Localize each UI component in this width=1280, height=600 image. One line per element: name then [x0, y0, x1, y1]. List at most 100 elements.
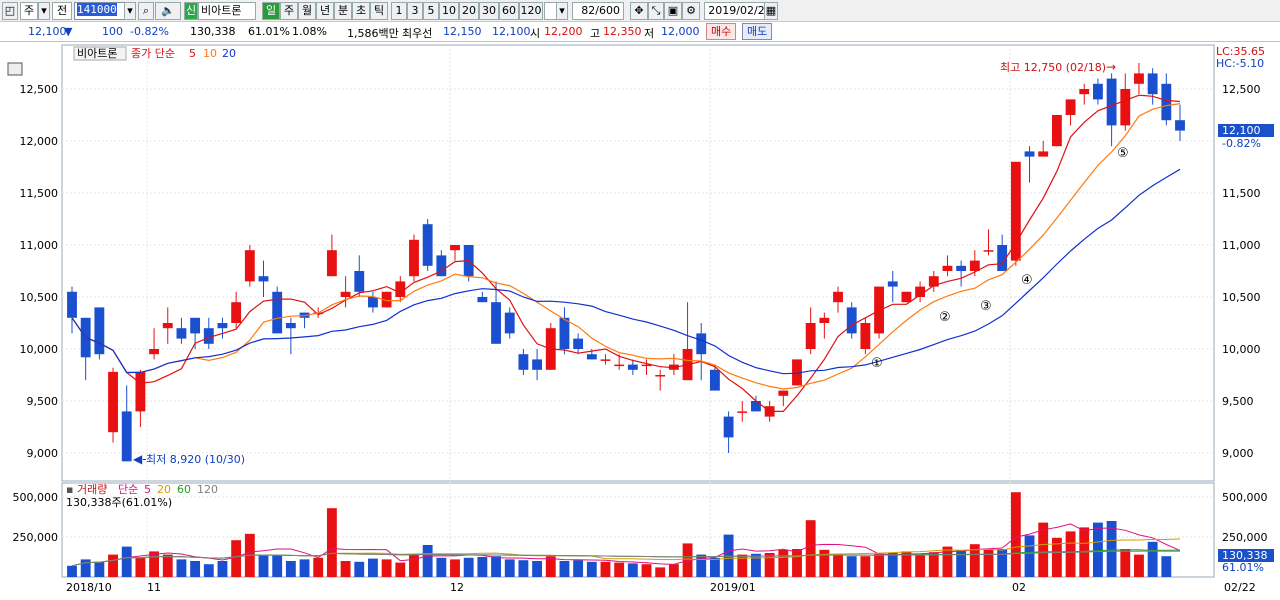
volume-bar [928, 552, 939, 577]
volume-bar [997, 549, 1008, 577]
candle-body [176, 328, 187, 339]
save-icon[interactable]: ▣ [664, 2, 682, 20]
interval-20[interactable]: 20 [459, 2, 479, 20]
interval-5[interactable]: 5 [423, 2, 439, 20]
circle-mark: ③ [980, 299, 992, 314]
x-tick: 12 [450, 581, 464, 594]
candle-body [805, 323, 816, 349]
move-icon[interactable]: ✥ [630, 2, 648, 20]
x-axis: 2018/10 11 12 2019/01 02 02/22 [66, 581, 1256, 594]
interval-1[interactable]: 1 [391, 2, 407, 20]
ma-legend-5: 5 [189, 47, 196, 60]
volume-bar [203, 564, 214, 577]
timeframe-week[interactable]: 주 [280, 2, 298, 20]
period-select[interactable]: 주 [20, 2, 38, 20]
stock-chart[interactable]: 12,500 12,000 11,500 11,000 10,500 10,00… [0, 43, 1280, 600]
interval-30[interactable]: 30 [479, 2, 499, 20]
interval-120[interactable]: 120 [519, 2, 543, 20]
candle-body [778, 390, 789, 396]
candle-body [258, 276, 269, 282]
volume-bar [217, 561, 228, 577]
compress-icon[interactable]: ⤡ [648, 2, 664, 20]
volume-bar [504, 559, 515, 577]
vol-y-tick-right: 500,000 [1222, 491, 1268, 504]
chart-area[interactable]: 12,500 12,000 11,500 11,000 10,500 10,00… [0, 43, 1280, 600]
candle-body [1079, 89, 1090, 95]
search-icon[interactable]: ⌕ [138, 2, 154, 20]
code-dropdown-icon[interactable]: ▾ [124, 2, 136, 20]
candle-body [1106, 78, 1117, 126]
buy-button[interactable]: 매수 [706, 23, 737, 40]
interval-dropdown-icon[interactable]: ▾ [556, 2, 568, 20]
settings-icon[interactable]: ⚙ [682, 2, 700, 20]
timeframe-minute[interactable]: 분 [334, 2, 352, 20]
timeframe-second[interactable]: 초 [352, 2, 370, 20]
candle-body [285, 323, 296, 329]
current-price-tag: 12,100 [1222, 124, 1261, 137]
price-change-pct: -0.82% [130, 25, 169, 38]
circle-mark: ⑤ [1117, 146, 1129, 161]
high-price: 12,350 [603, 25, 642, 38]
timeframe-day[interactable]: 일 [262, 2, 280, 20]
window-menu-icon[interactable]: ◰ [2, 2, 18, 20]
high-marker-arrow: → [1106, 60, 1116, 74]
current-change-tag: -0.82% [1222, 137, 1261, 150]
sound-icon[interactable]: 🔈 [155, 2, 181, 20]
volume-bar [559, 561, 570, 577]
volume-ma-20: 20 [157, 483, 171, 496]
interval-3[interactable]: 3 [407, 2, 423, 20]
candle-body [368, 297, 378, 308]
data-count-field[interactable]: 82/600 [572, 2, 624, 20]
volume-bar [833, 553, 843, 577]
volume-bar [463, 557, 474, 577]
volume-bar [573, 560, 584, 577]
main-toolbar: ◰ 주 ▾ 전 141000 ▾ ⌕ 🔈 신 비아트론 일 주 월 년 분 초 … [0, 0, 1280, 22]
candle-body [326, 250, 337, 277]
ask-price: 12,150 [443, 25, 482, 38]
x-tick: 11 [147, 581, 161, 594]
volume-bar [518, 560, 529, 577]
volume-bar [1093, 522, 1103, 577]
candle-body [586, 354, 597, 360]
candle-body [573, 338, 584, 349]
candle-body [477, 297, 488, 303]
all-select[interactable]: 전 [52, 2, 72, 20]
candle-body [94, 307, 105, 355]
trade-amount: 1,586백만 [347, 27, 399, 40]
timeframe-tick[interactable]: 틱 [370, 2, 388, 20]
candle-body [504, 312, 515, 334]
volume-bar [272, 555, 283, 577]
timeframe-year[interactable]: 년 [316, 2, 334, 20]
volume-bar [313, 557, 324, 577]
ma-legend-20: 20 [222, 47, 236, 60]
interval-10[interactable]: 10 [439, 2, 459, 20]
volume-bar [436, 557, 447, 577]
candle-body [901, 291, 912, 303]
y-tick: 11,000 [20, 239, 59, 252]
x-axis-right-label: 02/22 [1224, 581, 1256, 594]
x-tick: 2019/01 [710, 581, 756, 594]
candle-body [751, 401, 761, 412]
chevron-down-icon[interactable]: ▾ [38, 2, 50, 20]
timeframe-month[interactable]: 월 [298, 2, 316, 20]
volume-ratio: 61.01% [248, 25, 290, 38]
panel-settings-icon[interactable] [7, 62, 23, 76]
volume-bar [326, 508, 337, 577]
volume-bar [792, 549, 802, 577]
candle-body [1161, 83, 1172, 121]
calendar-icon[interactable]: ▦ [764, 2, 778, 20]
volume-bar [340, 561, 351, 577]
volume-bar [887, 553, 898, 577]
candle-body [162, 323, 173, 329]
candle-body [942, 265, 953, 271]
y-tick-right: 9,500 [1222, 395, 1254, 408]
low-price: 12,000 [661, 25, 700, 38]
sell-button[interactable]: 매도 [742, 23, 773, 40]
candle-body [450, 245, 460, 251]
stock-tag: 비아트론 [77, 47, 117, 60]
candle-body [819, 317, 830, 323]
volume-bar [67, 565, 77, 577]
interval-60[interactable]: 60 [499, 2, 519, 20]
low-label: 저 [644, 27, 655, 40]
volume-bar [162, 554, 173, 577]
